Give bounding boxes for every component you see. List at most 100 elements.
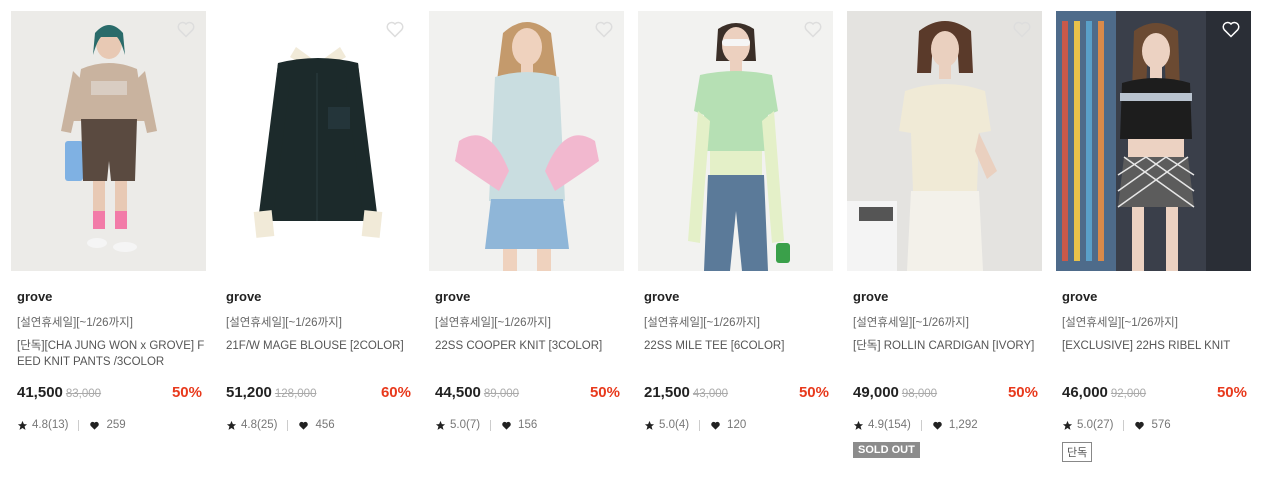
model-photo xyxy=(1056,11,1251,271)
product-promo: [설연휴세일][~1/26까지] xyxy=(853,317,969,329)
like-count: 1,292 xyxy=(948,419,978,431)
price-row: 46,000 92,000 50% xyxy=(1062,384,1247,404)
model-photo xyxy=(847,21,997,271)
sale-price: 41,500 xyxy=(17,384,63,401)
discount-rate: 50% xyxy=(798,384,829,401)
product-brand[interactable]: grove xyxy=(1062,289,1251,306)
product-brand[interactable]: grove xyxy=(435,289,624,306)
like-count: 259 xyxy=(106,419,126,431)
wishlist-heart-icon[interactable] xyxy=(803,19,823,39)
heart-icon xyxy=(711,421,720,430)
rating: 5.0(27) xyxy=(1077,419,1114,431)
original-price: 83,000 xyxy=(65,388,102,400)
product-grid: grove [설연휴세일][~1/26까지] [단독][CHA JUNG WON… xyxy=(11,11,1251,462)
sale-price: 51,200 xyxy=(226,384,272,401)
price-row: 49,000 98,000 50% xyxy=(853,384,1038,404)
product-card[interactable]: grove [설연휴세일][~1/26까지] [단독] ROLLIN CARDI… xyxy=(847,11,1042,462)
sale-price: 46,000 xyxy=(1062,384,1108,401)
product-card[interactable]: grove [설연휴세일][~1/26까지] [EXCLUSIVE] 22HS … xyxy=(1056,11,1251,462)
sold-out-badge: SOLD OUT xyxy=(853,442,920,458)
heart-icon xyxy=(90,421,100,430)
discount-rate: 50% xyxy=(1216,384,1247,401)
product-image[interactable] xyxy=(638,11,833,271)
rating: 4.9(154) xyxy=(868,419,911,431)
original-price: 92,000 xyxy=(1110,388,1147,400)
product-image[interactable] xyxy=(1056,11,1251,271)
product-title[interactable]: 22SS COOPER KNIT [3COLOR] xyxy=(435,338,625,370)
product-image[interactable] xyxy=(11,11,206,271)
divider xyxy=(490,419,492,431)
product-title[interactable]: 22SS MILE TEE [6COLOR] xyxy=(644,338,834,370)
exclusive-badge: 단독 xyxy=(1062,442,1093,462)
product-title[interactable]: [EXCLUSIVE] 22HS RIBEL KNIT xyxy=(1062,338,1252,370)
like-count: 120 xyxy=(727,419,747,431)
rating: 4.8(25) xyxy=(241,419,278,431)
discount-rate: 60% xyxy=(380,384,411,401)
model-photo xyxy=(61,25,157,252)
price-row: 41,500 83,000 50% xyxy=(17,384,202,404)
discount-rate: 50% xyxy=(589,384,620,401)
meta-row: 4.8(13) 259 xyxy=(17,418,206,432)
wishlist-heart-icon[interactable] xyxy=(1221,19,1241,39)
product-brand[interactable]: grove xyxy=(17,289,206,306)
original-price: 89,000 xyxy=(483,388,520,400)
heart-icon xyxy=(502,421,511,430)
product-title[interactable]: [단독] ROLLIN CARDIGAN [IVORY] xyxy=(853,338,1043,370)
product-title[interactable]: [단독][CHA JUNG WON x GROVE] FEED KNIT PAN… xyxy=(17,338,207,370)
star-icon xyxy=(226,420,237,430)
meta-row: 4.9(154) 1,292 xyxy=(853,418,1042,432)
model-photo xyxy=(688,23,790,271)
price-row: 51,200 128,000 60% xyxy=(226,384,411,404)
product-promo: [설연휴세일][~1/26까지] xyxy=(435,317,551,329)
star-icon xyxy=(435,420,446,430)
original-price: 128,000 xyxy=(274,388,317,400)
like-count: 576 xyxy=(1151,419,1171,431)
rating: 5.0(7) xyxy=(450,419,481,431)
product-card[interactable]: grove [설연휴세일][~1/26까지] 22SS COOPER KNIT … xyxy=(429,11,624,462)
product-image[interactable] xyxy=(847,11,1042,271)
heart-icon xyxy=(933,421,942,430)
original-price: 98,000 xyxy=(901,388,938,400)
meta-row: 5.0(7) 156 xyxy=(435,418,624,432)
price-row: 21,500 43,000 50% xyxy=(644,384,829,404)
rating: 5.0(4) xyxy=(659,419,690,431)
discount-rate: 50% xyxy=(1007,384,1038,401)
discount-rate: 50% xyxy=(171,384,202,401)
wishlist-heart-icon[interactable] xyxy=(594,19,614,39)
heart-icon xyxy=(299,421,309,430)
product-brand[interactable]: grove xyxy=(644,289,833,306)
meta-row: 4.8(25) 456 xyxy=(226,418,415,432)
divider xyxy=(287,419,289,431)
sale-price: 21,500 xyxy=(644,384,690,401)
product-card[interactable]: grove [설연휴세일][~1/26까지] [단독][CHA JUNG WON… xyxy=(11,11,206,462)
wishlist-heart-icon[interactable] xyxy=(1012,19,1032,39)
product-brand[interactable]: grove xyxy=(853,289,1042,306)
price-row: 44,500 89,000 50% xyxy=(435,384,620,404)
product-promo: [설연휴세일][~1/26까지] xyxy=(644,317,760,329)
divider xyxy=(1123,419,1125,431)
product-image[interactable] xyxy=(429,11,624,271)
like-count: 456 xyxy=(315,419,335,431)
product-card[interactable]: grove [설연휴세일][~1/26까지] 22SS MILE TEE [6C… xyxy=(638,11,833,462)
meta-row: 5.0(4) 120 xyxy=(644,418,833,432)
sale-price: 44,500 xyxy=(435,384,481,401)
star-icon xyxy=(644,420,655,430)
divider xyxy=(920,419,922,431)
product-card[interactable]: grove [설연휴세일][~1/26까지] 21F/W MAGE BLOUSE… xyxy=(220,11,415,462)
wishlist-heart-icon[interactable] xyxy=(385,19,405,39)
product-promo: [설연휴세일][~1/26까지] xyxy=(1062,317,1178,329)
rating: 4.8(13) xyxy=(32,419,69,431)
product-image[interactable] xyxy=(220,11,415,271)
product-promo: [설연휴세일][~1/26까지] xyxy=(226,317,342,329)
sale-price: 49,000 xyxy=(853,384,899,401)
star-icon xyxy=(17,420,28,430)
product-photo xyxy=(253,47,383,238)
wishlist-heart-icon[interactable] xyxy=(176,19,196,39)
heart-icon xyxy=(1135,421,1145,430)
product-title[interactable]: 21F/W MAGE BLOUSE [2COLOR] xyxy=(226,338,416,370)
like-count: 156 xyxy=(518,419,538,431)
product-brand[interactable]: grove xyxy=(226,289,415,306)
model-photo xyxy=(455,22,599,271)
divider xyxy=(699,419,701,431)
product-promo: [설연휴세일][~1/26까지] xyxy=(17,317,133,329)
